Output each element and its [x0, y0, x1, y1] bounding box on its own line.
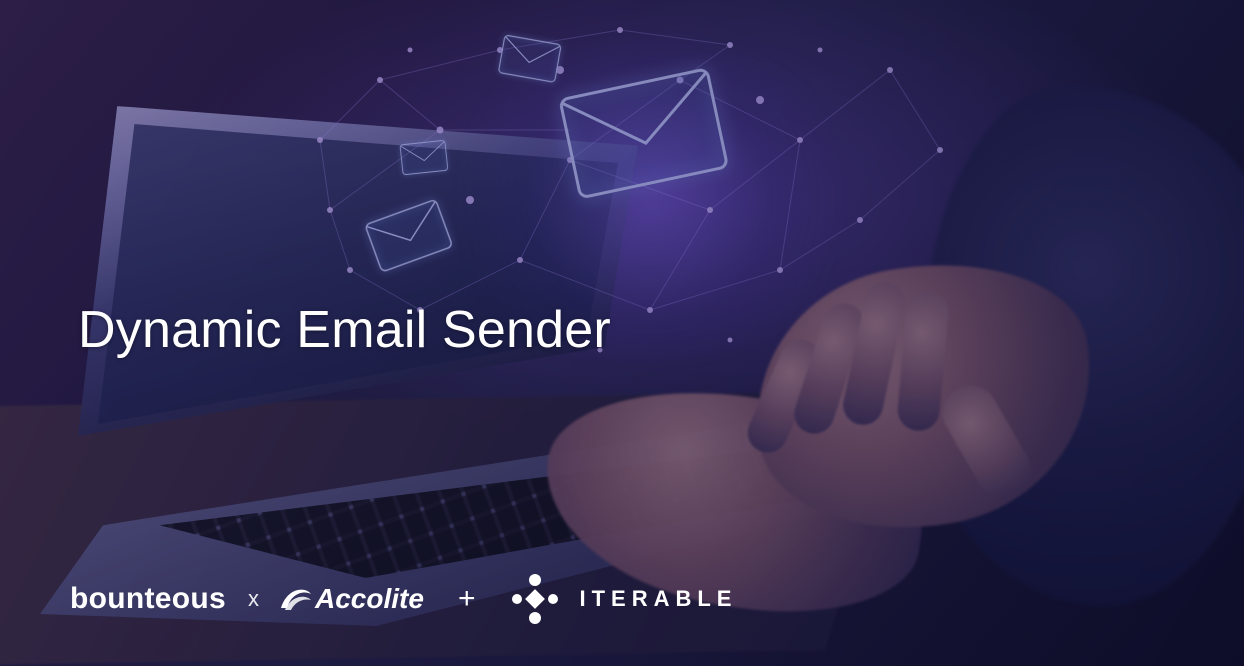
- accolite-logo: Accolite: [279, 583, 424, 615]
- logo-row: bounteous x Accolite + ITERABLE: [70, 572, 737, 626]
- x-separator: x: [248, 586, 259, 612]
- accolite-text: Accolite: [315, 583, 424, 615]
- iterable-mark-icon: [509, 573, 561, 625]
- accolite-swoosh-icon: [279, 584, 313, 614]
- plus-separator: +: [458, 582, 476, 616]
- iterable-logo: ITERABLE: [509, 573, 737, 625]
- hero-graphic: Dynamic Email Sender bounteous x Accolit…: [0, 0, 1244, 666]
- iterable-text: ITERABLE: [579, 586, 737, 612]
- bounteous-logo: bounteous: [70, 582, 226, 616]
- headline-text: Dynamic Email Sender: [78, 300, 611, 360]
